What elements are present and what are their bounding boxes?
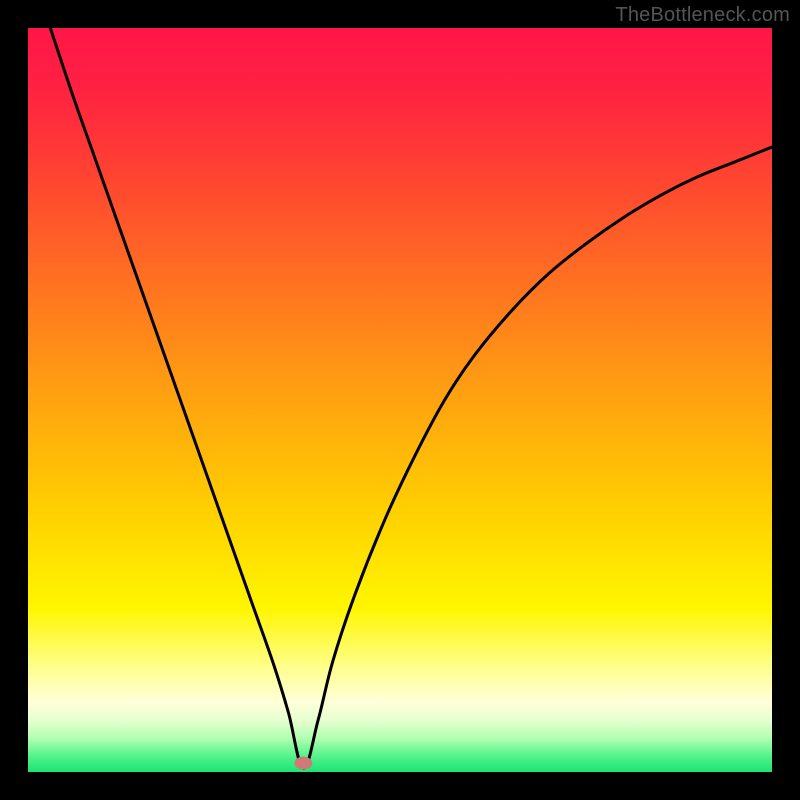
chart-frame: TheBottleneck.com (0, 0, 800, 800)
chart-svg (28, 28, 772, 772)
gradient-background (28, 28, 772, 772)
plot-area (28, 28, 772, 772)
optimal-point-marker (294, 757, 312, 770)
attribution-label: TheBottleneck.com (615, 4, 790, 27)
